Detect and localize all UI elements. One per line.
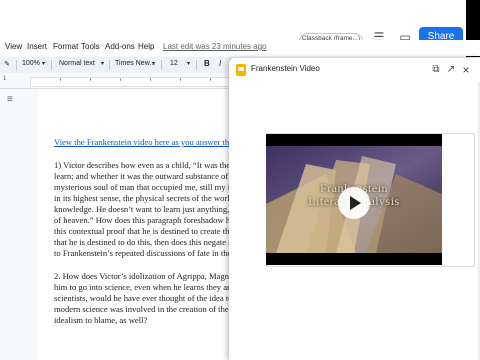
chevron-down-icon: ▾ xyxy=(42,61,46,67)
slides-logo-icon xyxy=(236,64,246,76)
panel-header: Frankenstein Video ⧉ ↗ × xyxy=(229,58,480,82)
video-link[interactable]: View the Frankenstein video here as you … xyxy=(54,137,238,148)
video-player[interactable]: Frankenstein Literary Analysis xyxy=(266,134,442,265)
chevron-down-icon: ▾ xyxy=(187,61,191,67)
toolbar-divider xyxy=(51,60,52,70)
close-icon[interactable]: × xyxy=(459,63,473,77)
menu-help[interactable]: Help xyxy=(138,42,154,51)
text-line: of heaven.” How does this paragraph fore… xyxy=(54,215,238,225)
text-line: that he is destined to do this, then doe… xyxy=(54,237,238,247)
text-line: to Frankenstein’s repeated discussions o… xyxy=(54,248,238,258)
document-body[interactable]: View the Frankenstein video here as you … xyxy=(54,137,238,338)
italic-button[interactable]: I xyxy=(219,59,221,68)
text-line: 1) Victor describes how even as a child,… xyxy=(54,160,238,170)
ruler-tick xyxy=(90,78,91,81)
ruler-tick xyxy=(210,78,211,81)
menu-view[interactable]: View xyxy=(5,42,22,51)
font-size-select[interactable]: 12 xyxy=(170,60,178,67)
chevron-down-icon: ▾ xyxy=(101,61,105,67)
text-line: idealism to blame, as well? xyxy=(54,315,148,325)
text-line: 2. How does Victor’s idolization of Agri… xyxy=(54,271,238,281)
panel-title: Frankenstein Video xyxy=(251,64,320,73)
ruler-tick xyxy=(180,78,181,81)
text-line: learn; and whether it was the outward su… xyxy=(54,171,238,181)
last-edit-link[interactable]: Last edit was 23 minutes ago xyxy=(163,42,267,51)
ruler-tick xyxy=(150,78,151,81)
bold-button[interactable]: B xyxy=(204,59,210,68)
toolbar-divider xyxy=(109,60,110,70)
paint-format-icon[interactable]: ✎ xyxy=(4,60,10,68)
play-icon[interactable] xyxy=(338,187,370,219)
ruler-tick xyxy=(120,78,121,81)
menu-addons[interactable]: Add-ons xyxy=(105,42,135,51)
copy-icon[interactable]: ⧉ xyxy=(429,63,443,77)
menu-insert[interactable]: Insert xyxy=(27,42,47,51)
toolbar-divider xyxy=(16,60,17,70)
docs-header: Classback (frame...) ☰ ▭ Share xyxy=(0,0,480,51)
open-in-new-icon[interactable]: ↗ xyxy=(444,63,458,77)
text-line: mysterious soul of man that occupied me,… xyxy=(54,182,238,192)
text-line: him to go into science, even when he lea… xyxy=(54,282,238,292)
ruler-tick xyxy=(60,78,61,81)
outline-icon[interactable]: ≡ xyxy=(7,94,13,105)
style-select[interactable]: Normal text xyxy=(59,60,95,67)
ruler-track xyxy=(30,77,262,87)
video-side-panel: Frankenstein Video ⧉ ↗ × Literary Analys… xyxy=(229,58,480,360)
app-window: Classback (frame...) ☰ ▭ Share View Inse… xyxy=(0,0,480,360)
menu-format[interactable]: Format xyxy=(53,42,78,51)
ruler-number: 1 xyxy=(3,76,7,82)
left-gutter xyxy=(0,89,38,360)
text-line: this contextual proof that he is destine… xyxy=(54,226,238,236)
toolbar-divider xyxy=(161,60,162,70)
font-select[interactable]: Times New... xyxy=(115,60,155,67)
text-line: modern science was involved in the creat… xyxy=(54,304,238,314)
text-line: scientists, would he have ever thought o… xyxy=(54,293,238,303)
chevron-down-icon: ▾ xyxy=(152,61,156,67)
question-1: 1) Victor describes how even as a child,… xyxy=(54,160,238,259)
zoom-select[interactable]: 100% xyxy=(22,60,40,67)
menu-bar: View Insert Format Tools Add-ons Help La… xyxy=(0,40,480,56)
text-line: in its highest sense, the physical secre… xyxy=(54,193,238,203)
menu-tools[interactable]: Tools xyxy=(81,42,100,51)
question-2: 2. How does Victor’s idolization of Agri… xyxy=(54,271,238,326)
text-line: knowledge. He doesn’t want to learn just… xyxy=(54,204,238,214)
toolbar-divider xyxy=(196,60,197,70)
document-page[interactable]: View the Frankenstein video here as you … xyxy=(38,89,238,360)
